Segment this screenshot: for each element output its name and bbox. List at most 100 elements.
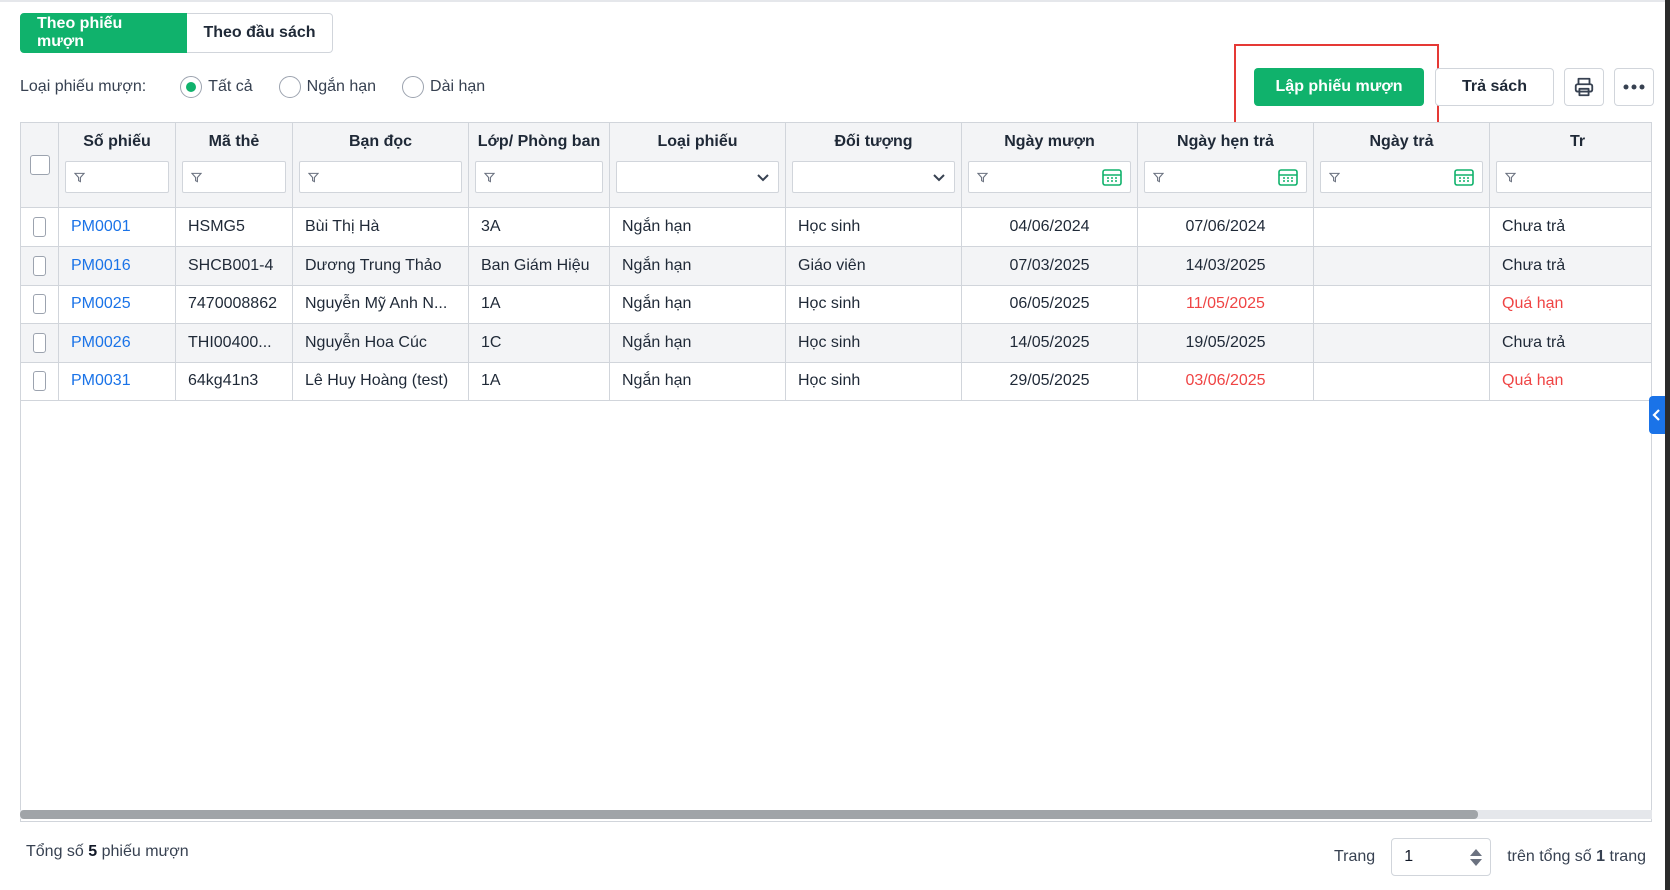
cell-ngay-hen-tra: 11/05/2025 [1138, 285, 1314, 323]
cell-doi-tuong: Học sinh [786, 323, 962, 362]
column-header: Ngày mượn [962, 123, 1138, 207]
cell-doi-tuong: Học sinh [786, 362, 962, 400]
row-select-cell [21, 208, 59, 246]
calendar-icon[interactable] [1278, 168, 1298, 186]
row-checkbox[interactable] [33, 332, 46, 353]
column-header: Lớp/ Phòng ban [469, 123, 610, 207]
row-checkbox[interactable] [33, 371, 46, 391]
horizontal-scrollbar-thumb[interactable] [20, 810, 1478, 819]
column-filter-date[interactable] [1144, 161, 1307, 193]
column-title[interactable]: Đối tượng [792, 123, 955, 161]
column-filter-input[interactable] [182, 161, 286, 193]
column-filter-input[interactable] [1496, 161, 1651, 193]
table-row[interactable]: PM0001 HSMG5 Bùi Thị Hà 3A Ngắn hạn Học sinh 0… [21, 208, 1651, 247]
column-title[interactable]: Loại phiếu [616, 123, 779, 161]
cell-ma-the: THI00400... [176, 323, 293, 362]
filter-icon [1153, 172, 1164, 183]
side-panel-toggle[interactable] [1649, 396, 1665, 434]
cell-ma-the: SHCB001-4 [176, 246, 293, 285]
column-title[interactable]: Tr [1496, 123, 1651, 161]
table-header-row: Số phiếu Mã thẻ Bạn đọc Lớp/ Phòng ban Loại … [21, 123, 1651, 208]
radio-unchecked-icon[interactable] [278, 76, 301, 98]
more-options-button[interactable] [1614, 68, 1654, 106]
radio-all[interactable]: Tất cả [180, 76, 253, 98]
caret-down-icon[interactable] [1470, 858, 1483, 866]
page-number-value: 1 [1404, 848, 1414, 865]
total-count: 5 [88, 843, 98, 860]
column-filter-date[interactable] [968, 161, 1131, 193]
table-row[interactable]: PM0025 7470008862 Nguyễn Mỹ Anh N... 1A Ngắn… [21, 285, 1651, 324]
cell-ngay-hen-tra: 14/03/2025 [1138, 246, 1314, 285]
table-row[interactable]: PM0026 THI00400... Nguyễn Hoa Cúc 1C Ngắn hạ… [21, 323, 1651, 363]
column-filter-input[interactable] [475, 161, 603, 193]
loan-number-link[interactable]: PM0001 [59, 208, 176, 246]
calendar-icon[interactable] [1454, 168, 1474, 186]
cell-ngay-tra [1314, 246, 1490, 285]
radio-unchecked-icon[interactable] [402, 76, 425, 98]
cell-lop: 1A [469, 362, 610, 400]
cell-ban-doc: Lê Huy Hoàng (test) [293, 362, 469, 400]
column-header: Loại phiếu [610, 123, 786, 207]
radio-all-label: Tất cả [208, 78, 253, 95]
column-header: Số phiếu [59, 123, 176, 207]
row-checkbox[interactable] [33, 255, 46, 276]
column-title[interactable]: Số phiếu [65, 123, 169, 161]
cell-lop: 1A [469, 285, 610, 323]
column-filter-select[interactable] [616, 161, 779, 193]
cell-ngay-tra [1314, 208, 1490, 246]
of-total-suffix: trang [1609, 848, 1646, 865]
column-header: Bạn đọc [293, 123, 469, 207]
cell-ban-doc: Dương Trung Thảo [293, 246, 469, 285]
cell-ma-the: 7470008862 [176, 285, 293, 323]
column-title[interactable]: Ngày trả [1320, 123, 1483, 161]
header-select-all-cell [21, 123, 59, 207]
loan-number-link[interactable]: PM0025 [59, 285, 176, 323]
cell-ngay-tra [1314, 323, 1490, 362]
column-filter-input[interactable] [65, 161, 169, 193]
column-filter-date[interactable] [1320, 161, 1483, 193]
page-number-input[interactable]: 1 [1391, 838, 1492, 876]
select-all-checkbox[interactable] [29, 155, 50, 175]
column-title[interactable]: Ngày hẹn trả [1144, 123, 1307, 161]
return-book-button[interactable]: Trả sách [1435, 68, 1554, 106]
cell-ngay-muon: 06/05/2025 [962, 285, 1138, 323]
cell-ban-doc: Nguyễn Hoa Cúc [293, 323, 469, 362]
radio-long-term[interactable]: Dài hạn [402, 76, 485, 98]
column-title[interactable]: Ngày mượn [968, 123, 1131, 161]
filter-icon [484, 172, 495, 183]
cell-loai: Ngắn hạn [610, 246, 786, 285]
loan-number-link[interactable]: PM0031 [59, 362, 176, 400]
column-title[interactable]: Bạn đọc [299, 123, 462, 161]
row-select-cell [21, 323, 59, 362]
column-filter-input[interactable] [299, 161, 462, 193]
create-loan-button[interactable]: Lập phiếu mượn [1254, 68, 1424, 106]
loan-type-filter: Loại phiếu mượn: Tất cả Ngắn hạn Dài hạn [20, 74, 511, 100]
row-checkbox[interactable] [33, 294, 46, 314]
view-tabs: Theo phiếu mượn Theo đầu sách [20, 13, 333, 53]
cell-trang-thai: Quá hạn [1490, 362, 1651, 400]
filter-icon [1505, 172, 1516, 183]
calendar-icon[interactable] [1102, 168, 1122, 186]
column-filter-select[interactable] [792, 161, 955, 193]
row-checkbox[interactable] [33, 217, 46, 237]
table-row[interactable]: PM0031 64kg41n3 Lê Huy Hoàng (test) 1A Ngắn … [21, 362, 1651, 401]
cell-loai: Ngắn hạn [610, 285, 786, 323]
print-button[interactable] [1564, 68, 1604, 106]
page-stepper[interactable] [1470, 848, 1483, 866]
radio-checked-icon[interactable] [180, 76, 203, 98]
tab-theo-phieu-muon[interactable]: Theo phiếu mượn [20, 13, 187, 53]
column-title[interactable]: Lớp/ Phòng ban [475, 123, 603, 161]
total-summary: Tổng số 5 phiếu mượn [26, 843, 189, 861]
radio-short-term[interactable]: Ngắn hạn [278, 76, 376, 98]
loan-number-link[interactable]: PM0026 [59, 323, 176, 362]
column-header: Đối tượng [786, 123, 962, 207]
column-title[interactable]: Mã thẻ [182, 123, 286, 161]
page-label: Trang [1334, 848, 1376, 865]
table-row[interactable]: PM0016 SHCB001-4 Dương Trung Thảo Ban Giám … [21, 246, 1651, 286]
loan-number-link[interactable]: PM0016 [59, 246, 176, 285]
tab-theo-dau-sach[interactable]: Theo đầu sách [187, 13, 333, 53]
caret-up-icon[interactable] [1470, 848, 1483, 856]
filter-icon [1329, 172, 1340, 183]
cell-ngay-muon: 14/05/2025 [962, 323, 1138, 362]
chevron-down-icon [757, 173, 769, 181]
